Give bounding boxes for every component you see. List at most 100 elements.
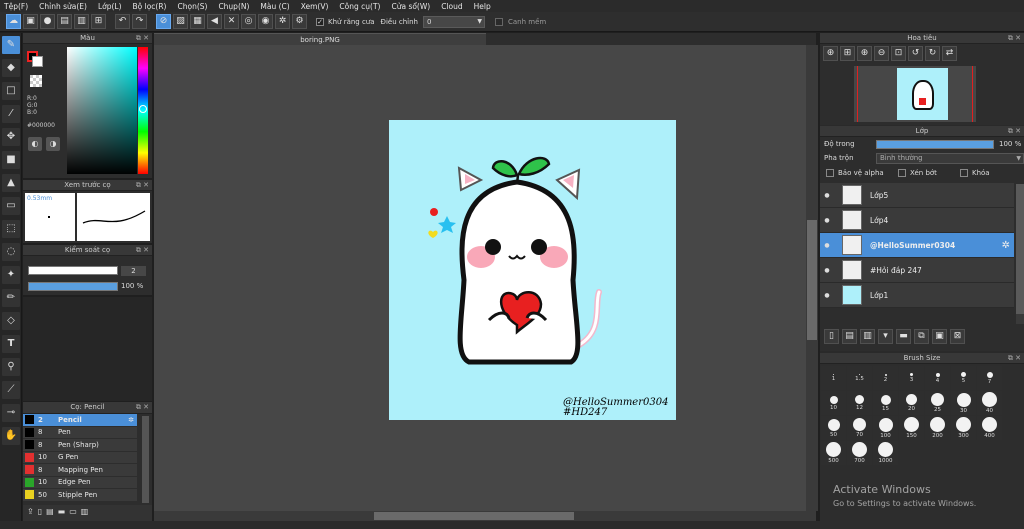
brush-size-option[interactable]: 3 bbox=[899, 366, 924, 390]
brush-size-option[interactable]: 100 bbox=[873, 416, 898, 440]
antialias-checkbox[interactable]: ✓ bbox=[316, 17, 324, 26]
undo-icon[interactable]: ↶ bbox=[115, 14, 130, 29]
zoom-out-icon[interactable]: ⊖ bbox=[874, 46, 889, 61]
canvas-vertical-scrollbar[interactable] bbox=[806, 45, 818, 511]
brush-size-option[interactable]: 1 bbox=[821, 366, 846, 390]
eye-icon[interactable]: ● bbox=[820, 217, 834, 224]
actual-size-icon[interactable]: ⊡ bbox=[891, 46, 906, 61]
ruler-gear-icon[interactable]: ✲ bbox=[275, 14, 290, 29]
sub-tool-item[interactable]: 50 Stipple Pen bbox=[23, 489, 137, 502]
layer-folder-icon[interactable]: ▬ bbox=[896, 329, 911, 344]
dropper-tool-icon[interactable]: ⟋ bbox=[2, 381, 20, 399]
brush-size-option[interactable]: 2 bbox=[873, 366, 898, 390]
delete-icon[interactable]: ▥ bbox=[81, 507, 89, 519]
duplicate-layer-icon[interactable]: ⧉ bbox=[914, 329, 929, 344]
layer-scrollbar[interactable] bbox=[1016, 184, 1024, 324]
zoom-fit-icon[interactable]: ⊞ bbox=[840, 46, 855, 61]
eye-icon[interactable]: ● bbox=[820, 292, 834, 299]
brush-tool-icon[interactable]: ⁄ bbox=[2, 105, 20, 123]
document-tab[interactable]: boring.PNG bbox=[154, 33, 486, 45]
new-raster-icon[interactable]: ▥ bbox=[860, 329, 875, 344]
rotate-left-icon[interactable]: ↺ bbox=[908, 46, 923, 61]
palette-button[interactable]: ◑ bbox=[46, 137, 60, 151]
gear-icon[interactable]: ✲ bbox=[1002, 240, 1010, 251]
fill-rect-icon[interactable]: ■ bbox=[2, 151, 20, 169]
menu-item[interactable]: Lớp(L) bbox=[98, 2, 122, 11]
import-icon[interactable]: ⊞ bbox=[91, 14, 106, 29]
menu-item[interactable]: Tệp(F) bbox=[4, 2, 28, 11]
layer-menu-icon[interactable]: ▾ bbox=[878, 329, 893, 344]
upload-icon[interactable]: ⇪ bbox=[27, 507, 34, 519]
brush-size-option[interactable]: 500 bbox=[821, 441, 846, 465]
brush-size-option[interactable]: 1000 bbox=[873, 441, 898, 465]
eyedropper-icon[interactable]: ⊸ bbox=[2, 404, 20, 422]
folder-icon[interactable]: ▬ bbox=[58, 507, 66, 519]
layer-row[interactable]: ● @HelloSummer0304 ✲ bbox=[820, 233, 1014, 258]
merge-layer-icon[interactable]: ▣ bbox=[932, 329, 947, 344]
menu-item[interactable]: Help bbox=[474, 2, 491, 11]
eraser-tool-icon[interactable]: ◆ bbox=[2, 59, 20, 77]
brush-size-option[interactable]: 20 bbox=[899, 391, 924, 415]
saturation-value-box[interactable] bbox=[67, 47, 137, 174]
brush-size-option[interactable]: 1.5 bbox=[847, 366, 872, 390]
menu-item[interactable]: Cửa sổ(W) bbox=[391, 2, 430, 11]
canvas-horizontal-scrollbar[interactable] bbox=[154, 511, 816, 521]
magic-wand-icon[interactable]: ✦ bbox=[2, 266, 20, 284]
brush-size-option[interactable]: 7 bbox=[977, 366, 1002, 390]
sub-tool-scrollbar[interactable] bbox=[142, 416, 149, 503]
navigator-preview[interactable] bbox=[854, 66, 976, 122]
gear-icon[interactable]: ✲ bbox=[128, 416, 134, 424]
adjust-select[interactable]: 0 ▼ bbox=[423, 15, 485, 28]
brush-size-option[interactable]: 30 bbox=[951, 391, 976, 415]
opacity-slider[interactable] bbox=[28, 282, 118, 291]
redo-icon[interactable]: ↷ bbox=[132, 14, 147, 29]
stripe-icon[interactable]: ▨ bbox=[173, 14, 188, 29]
sub-tool-item[interactable]: 2 Pencil ✲ bbox=[23, 414, 137, 427]
ruler-circle-icon[interactable]: ◎ bbox=[241, 14, 256, 29]
brush-size-option[interactable]: 12 bbox=[847, 391, 872, 415]
select-eraser-icon[interactable]: ◇ bbox=[2, 312, 20, 330]
background-swatch[interactable] bbox=[32, 56, 43, 67]
layer-row[interactable]: ● Lớp4 bbox=[820, 208, 1014, 233]
brush-size-option[interactable]: 25 bbox=[925, 391, 950, 415]
menu-item[interactable]: Cloud bbox=[441, 2, 462, 11]
hand-tool-icon[interactable]: ✋ bbox=[2, 427, 20, 445]
pencil-tool-icon[interactable]: ✎ bbox=[2, 36, 20, 54]
brush-size-option[interactable]: 5 bbox=[951, 366, 976, 390]
canvas-area[interactable]: @HelloSummer0304 #HD247 bbox=[154, 45, 816, 511]
eye-icon[interactable]: ● bbox=[820, 192, 834, 199]
brush-size-option[interactable]: 15 bbox=[873, 391, 898, 415]
brush-size-option[interactable]: 400 bbox=[977, 416, 1002, 440]
duplicate-icon[interactable]: ▤ bbox=[46, 507, 54, 519]
zoom-in-2-icon[interactable]: ⊕ bbox=[857, 46, 872, 61]
cloud-icon[interactable]: ☁ bbox=[6, 14, 21, 29]
no-select-icon[interactable]: ⊘ bbox=[156, 14, 171, 29]
menu-item[interactable]: Xem(V) bbox=[301, 2, 329, 11]
hue-handle[interactable] bbox=[139, 105, 147, 113]
ruler-concentric-icon[interactable]: ◉ bbox=[258, 14, 273, 29]
brush-size-option[interactable]: 40 bbox=[977, 391, 1002, 415]
brush-size-option[interactable]: 50 bbox=[821, 416, 846, 440]
brush-size-option[interactable]: 4 bbox=[925, 366, 950, 390]
brush-size-option[interactable]: 10 bbox=[821, 391, 846, 415]
brush-size-option[interactable]: 70 bbox=[847, 416, 872, 440]
vscroll-thumb[interactable] bbox=[807, 220, 817, 340]
ruler-icon[interactable]: ◀ bbox=[207, 14, 222, 29]
clipping-checkbox[interactable] bbox=[898, 169, 906, 177]
copy-icon[interactable]: ▭ bbox=[69, 507, 77, 519]
protect-alpha-checkbox[interactable] bbox=[826, 169, 834, 177]
brush-size-option[interactable]: 200 bbox=[925, 416, 950, 440]
file-icon[interactable]: ▤ bbox=[57, 14, 72, 29]
brush-size-option[interactable]: 300 bbox=[951, 416, 976, 440]
menu-item[interactable]: Bộ lọc(R) bbox=[133, 2, 167, 11]
layer-row[interactable]: ● Lớp1 bbox=[820, 283, 1014, 308]
select-pen-icon[interactable]: ✏ bbox=[2, 289, 20, 307]
sub-tool-item[interactable]: 8 Pen bbox=[23, 426, 137, 439]
brush-size-option[interactable]: 700 bbox=[847, 441, 872, 465]
lasso-tool-icon[interactable]: ◌ bbox=[2, 243, 20, 261]
layer-row[interactable]: ● Lớp5 bbox=[820, 183, 1014, 208]
gradient-tool-icon[interactable]: ▭ bbox=[2, 197, 20, 215]
save-icon[interactable]: ▣ bbox=[23, 14, 38, 29]
ruler-settings-icon[interactable]: ⚙ bbox=[292, 14, 307, 29]
eye-icon[interactable]: ● bbox=[820, 242, 834, 249]
